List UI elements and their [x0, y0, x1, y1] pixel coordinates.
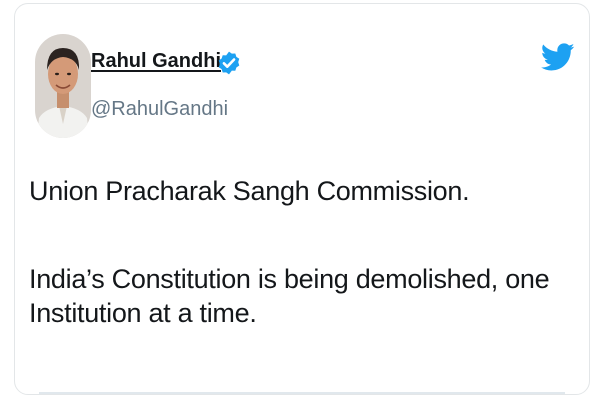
author-handle[interactable]: @RahulGandhi [91, 98, 228, 121]
divider [39, 392, 565, 394]
verified-badge-icon [218, 51, 240, 75]
avatar[interactable] [35, 34, 91, 138]
tweet-text: Union Pracharak Sangh Commission. India’… [29, 174, 577, 330]
tweet-paragraph: India’s Constitution is being demolished… [29, 264, 550, 328]
tweet-paragraph: Union Pracharak Sangh Commission. [29, 176, 470, 206]
twitter-bird-icon[interactable] [541, 40, 575, 74]
avatar-photo [35, 34, 91, 138]
tweet-card: Rahul Gandhi @RahulGandhi Union Prachara… [14, 3, 590, 395]
author-display-name[interactable]: Rahul Gandhi [91, 50, 221, 73]
